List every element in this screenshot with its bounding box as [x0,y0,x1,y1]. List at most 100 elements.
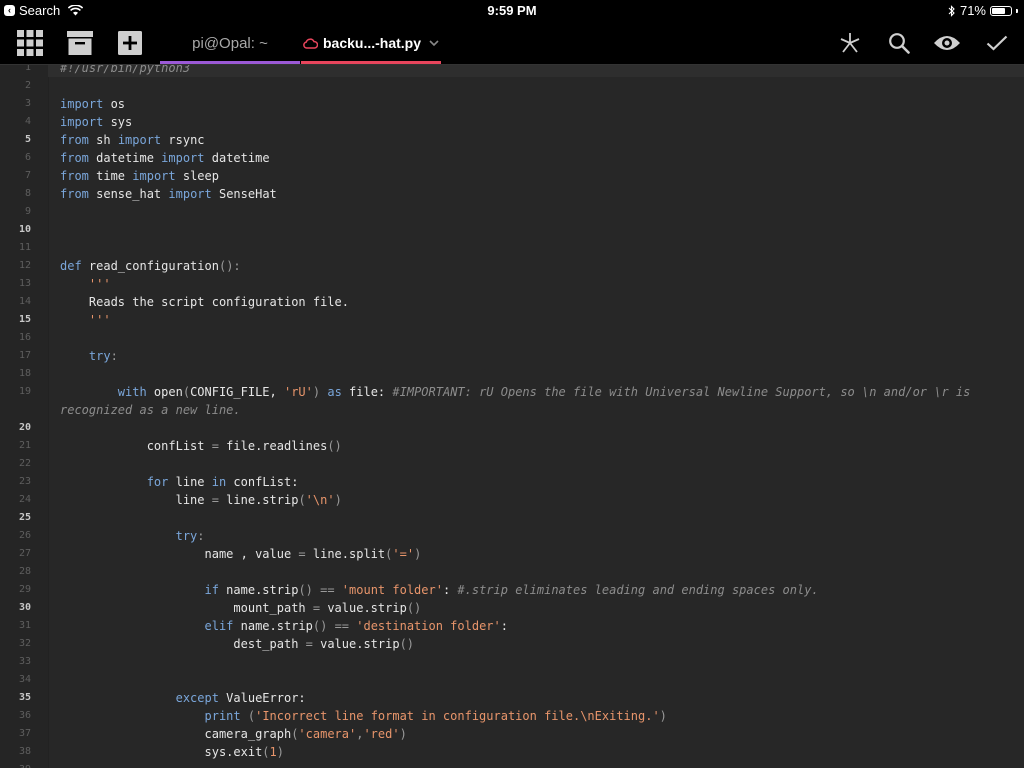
code-token: for [146,475,169,489]
code-token: sleep [175,169,219,183]
code-line[interactable]: 32 dest_path = value.strip() [0,635,1024,653]
checkmark-icon [986,35,1008,51]
code-text: Reads the script configuration file. [60,293,984,311]
code-text: camera_graph('camera','red') [60,725,984,743]
code-token: ( [182,385,191,399]
archive-button[interactable] [66,22,94,64]
code-line[interactable]: 23 for line in confList: [0,473,1024,491]
code-line[interactable]: 21 confList = file.readlines() [0,437,1024,455]
code-token: value.strip [320,601,407,615]
code-editor[interactable]: 1 #!/usr/bin/python3 2 3 import os 4 import sy… [0,65,1024,768]
line-number: 10 [18,224,31,235]
code-token: = [305,637,313,651]
line-number: 21 [18,440,31,451]
line-number: 8 [24,188,31,199]
code-token: with [117,385,147,399]
line-number: 33 [18,656,31,667]
line-number: 19 [18,386,31,397]
line-number: 20 [18,422,31,433]
code-line[interactable]: 29 if name.strip() == 'mount folder': #.… [0,581,1024,599]
code-token: line.strip [218,493,299,507]
code-line[interactable]: 31 elif name.strip() == 'destination fol… [0,617,1024,635]
code-line[interactable]: 14 Reads the script configuration file. [0,293,1024,311]
battery-level-fill [992,7,1005,14]
code-line[interactable]: 7 from time import sleep [0,167,1024,185]
code-line[interactable]: 35 except ValueError: [0,689,1024,707]
code-text: with open(CONFIG_FILE, 'rU') as file: #I… [60,383,984,419]
line-number: 3 [24,98,31,109]
code-line[interactable]: 26 try: [0,527,1024,545]
line-number: 12 [18,260,31,271]
battery-tip [1016,8,1018,13]
line-number: 26 [18,530,31,541]
code-token: name.strip [233,619,313,633]
code-line[interactable]: 38 sys.exit(1) [0,743,1024,761]
code-line[interactable]: 37 camera_graph('camera','red') [0,725,1024,743]
new-tab-button[interactable] [117,22,143,64]
code-line[interactable]: 36 print ('Incorrect line format in conf… [0,707,1024,725]
done-button[interactable] [984,22,1010,64]
code-line[interactable]: 19 with open(CONFIG_FILE, 'rU') as file:… [0,383,1024,419]
code-token: print [204,709,241,723]
line-number: 17 [18,350,31,361]
code-line[interactable]: 8 from sense_hat import SenseHat [0,185,1024,203]
code-line[interactable]: 20 [0,419,1024,437]
line-number: 28 [18,566,31,577]
code-token: : [442,583,458,597]
code-token: open [146,385,183,399]
code-text: ''' [60,275,984,293]
chevron-down-icon[interactable] [429,39,439,47]
line-number: 30 [18,602,31,613]
code-line[interactable]: 11 [0,239,1024,257]
code-token: import [132,169,176,183]
code-line[interactable]: 16 [0,329,1024,347]
code-line[interactable]: 4 import sys [0,113,1024,131]
snippets-button[interactable] [836,22,864,64]
code-line[interactable]: 10 [0,221,1024,239]
grid-button[interactable] [14,22,46,64]
code-line[interactable]: 27 name , value = line.split('=') [0,545,1024,563]
code-line[interactable]: 18 [0,365,1024,383]
code-line[interactable]: 5 from sh import rsync [0,131,1024,149]
code-text: for line in confList: [60,473,984,491]
code-token: confList [60,439,212,453]
code-token: sys [103,115,133,129]
preview-button[interactable] [932,22,962,64]
code-line[interactable]: 24 line = line.strip('\n') [0,491,1024,509]
code-text: try: [60,347,984,365]
line-number: 5 [24,134,31,145]
code-line[interactable]: 3 import os [0,95,1024,113]
code-line[interactable]: 30 mount_path = value.strip() [0,599,1024,617]
code-line[interactable]: 33 [0,653,1024,671]
code-line[interactable]: 28 [0,563,1024,581]
tab-file[interactable]: backu...-hat.py [301,22,441,64]
code-token: from [60,133,89,147]
code-token: datetime [88,151,162,165]
code-line[interactable]: 34 [0,671,1024,689]
code-line[interactable]: 17 try: [0,347,1024,365]
tab-terminal[interactable]: pi@Opal: ~ [160,22,300,64]
code-line[interactable]: 12 def read_configuration(): [0,257,1024,275]
tab-file-label: backu...-hat.py [322,35,422,51]
code-line[interactable]: 25 [0,509,1024,527]
code-line[interactable]: 39 [0,761,1024,768]
code-line[interactable]: 22 [0,455,1024,473]
code-line[interactable]: 9 [0,203,1024,221]
code-text: from sh import rsync [60,131,984,149]
code-line[interactable]: 2 [0,77,1024,95]
code-line[interactable]: 1 #!/usr/bin/python3 [0,65,1024,77]
battery-percent: 71% [959,3,986,18]
code-token: 'mount folder' [341,583,443,597]
code-line[interactable]: 6 from datetime import datetime [0,149,1024,167]
code-token: from [60,169,89,183]
code-line[interactable]: 13 ''' [0,275,1024,293]
code-line[interactable]: 15 ''' [0,311,1024,329]
line-number: 18 [18,368,31,379]
search-button[interactable] [885,22,913,64]
code-token: read_configuration [81,259,219,273]
